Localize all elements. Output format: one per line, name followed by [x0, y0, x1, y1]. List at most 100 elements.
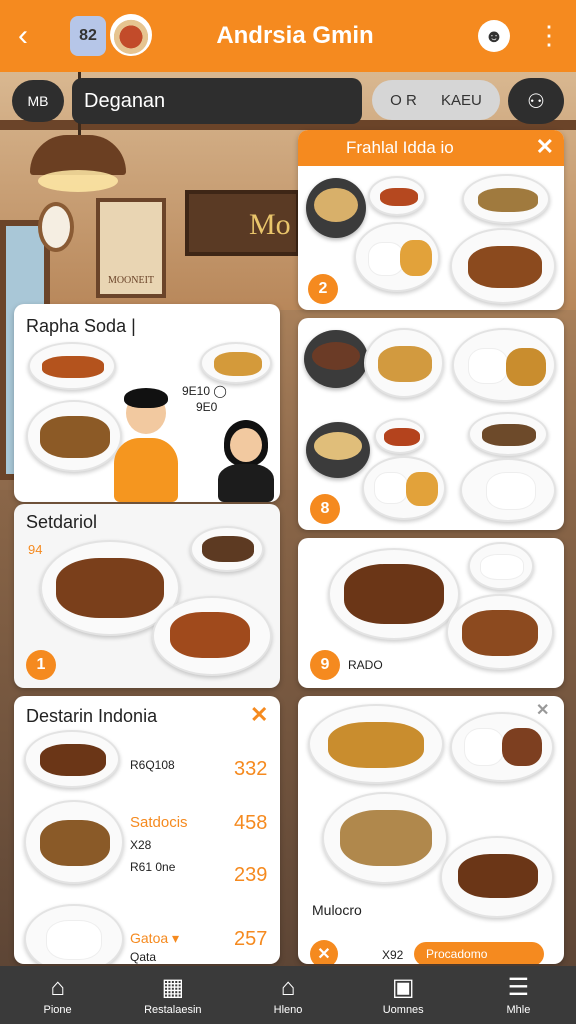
- bowl-dish: [306, 178, 366, 238]
- nav-item-calendar[interactable]: ▦ Restalaesin: [115, 966, 230, 1024]
- segment-option-b[interactable]: KAEU: [441, 92, 482, 109]
- mode-badge[interactable]: MB: [12, 80, 64, 122]
- procadomo-button[interactable]: Procadomo: [414, 942, 544, 964]
- dish: [24, 730, 120, 788]
- dish: [462, 174, 550, 224]
- menu-item-price: 257: [234, 928, 268, 950]
- menu-item-price: 332: [234, 758, 268, 780]
- dish: [364, 328, 444, 398]
- user-button[interactable]: ⚇: [508, 78, 564, 124]
- window-icon: ▣: [391, 973, 415, 1001]
- menu-item-sub: X28: [130, 838, 152, 852]
- item-number-badge: 8: [310, 494, 340, 524]
- dish: [200, 342, 272, 384]
- menu-item-price: 458: [234, 812, 268, 834]
- search-input[interactable]: Deganan: [72, 78, 362, 124]
- segment-option-a[interactable]: O R: [390, 92, 417, 109]
- wall-board: Mo: [185, 190, 300, 256]
- app-header: ‹ 82 Andrsia Gmin ☻ ⋮: [0, 0, 576, 72]
- nav-item-house[interactable]: ⌂ Hleno: [230, 966, 345, 1024]
- close-icon[interactable]: ✕: [536, 700, 549, 720]
- nav-label: Pione: [43, 1003, 72, 1016]
- dish: [354, 222, 440, 292]
- dish: [328, 548, 460, 640]
- setdaniel-card-title: Setdariol: [26, 512, 98, 532]
- close-icon[interactable]: ✕: [536, 134, 554, 160]
- menu-item-sub: R61 0ne: [130, 860, 176, 874]
- search-value: Deganan: [84, 89, 166, 112]
- dish: [460, 458, 556, 522]
- dish: [450, 228, 556, 304]
- dish: [368, 176, 426, 216]
- nav-label: Uomnes: [382, 1003, 424, 1016]
- nav-item-home[interactable]: ⌂ Pione: [0, 966, 115, 1024]
- more-vertical-icon[interactable]: ⋮: [536, 20, 562, 52]
- special-card-header: Frahlal Idda io: [298, 130, 564, 166]
- boy-illustration: [108, 386, 188, 502]
- item-number-badge: ✕: [310, 940, 338, 964]
- nav-label: Mhle: [506, 1003, 531, 1016]
- popular-card[interactable]: Rapha Soda | 9E10 ◯ 9E0: [14, 304, 280, 502]
- house-icon: ⌂: [280, 973, 296, 1001]
- dish: [362, 456, 446, 520]
- wall-sign-text: MOONEIT: [107, 275, 155, 286]
- page-title: Andrsia Gmin: [216, 22, 374, 49]
- wall-sign: MOONEIT: [96, 198, 166, 298]
- popular-note-b: 9E0: [196, 400, 218, 414]
- dish: [452, 328, 556, 402]
- menu-icon: ☰: [507, 973, 530, 1001]
- mixed-card[interactable]: ✕ Mulocro ✕ X92 Procadomo: [298, 696, 564, 964]
- bottom-navigation: ⌂ Pione ▦ Restalaesin ⌂ Hleno ▣ Uomnes ☰…: [0, 966, 576, 1024]
- popular-card-title: Rapha Soda |: [26, 316, 136, 336]
- menu-item-sub: Qata: [130, 950, 157, 964]
- menu-item-name: Satdocis: [130, 814, 188, 831]
- calendar-icon: ▦: [161, 973, 185, 1001]
- nav-label: Restalaesin: [144, 1003, 202, 1016]
- dish: [28, 342, 116, 390]
- nav-label: Hleno: [273, 1003, 303, 1016]
- item-number-badge: 9: [310, 650, 340, 680]
- nav-item-window[interactable]: ▣ Uomnes: [346, 966, 461, 1024]
- indonesia-card-title: Destarin Indonia: [26, 706, 158, 726]
- menu-item-price: 239: [234, 864, 268, 886]
- mixed-number: X92: [382, 948, 404, 962]
- dish: [190, 526, 264, 572]
- set-c-card[interactable]: 9 RADO: [298, 538, 564, 688]
- dish: [446, 594, 554, 670]
- nav-item-menu[interactable]: ☰ Mhle: [461, 966, 576, 1024]
- special-card[interactable]: Frahlal Idda io ✕ 2: [298, 130, 564, 310]
- setdaniel-number: 94: [28, 542, 43, 557]
- user-icon: ⚇: [527, 90, 545, 113]
- dish: [152, 596, 272, 676]
- popular-note-a: 9E10 ◯: [182, 384, 227, 398]
- home-icon: ⌂: [50, 973, 65, 1001]
- app-chip-text: 82: [79, 27, 97, 44]
- dish: [322, 792, 448, 884]
- set-c-label: RADO: [348, 658, 383, 672]
- bowl-dish: [304, 330, 368, 388]
- dish: [450, 712, 554, 782]
- dish: [24, 904, 124, 964]
- wall-board-text: Mo: [249, 208, 291, 241]
- dish: [374, 418, 426, 454]
- avatar[interactable]: [110, 14, 152, 56]
- dish: [440, 836, 554, 918]
- menu-item-name: Gatoa ▾: [130, 930, 180, 946]
- dish: [24, 800, 124, 884]
- special-card-title: Frahlal Idda io: [346, 138, 454, 157]
- segment-toggle[interactable]: O R KAEU: [372, 80, 500, 120]
- dish: [468, 542, 534, 590]
- close-icon[interactable]: ✕: [250, 702, 268, 728]
- back-arrow-icon[interactable]: ‹: [18, 21, 46, 51]
- menu-item-name: R6Q108: [130, 758, 175, 772]
- indonesia-card[interactable]: Destarin Indonia ✕ R6Q108 332 Satdocis X…: [14, 696, 280, 964]
- set-b-card[interactable]: 8: [298, 318, 564, 530]
- app-chip[interactable]: 82: [70, 16, 106, 56]
- wall-plate-decoration: [38, 202, 74, 252]
- setdaniel-card[interactable]: Setdariol 94 1: [14, 504, 280, 688]
- bowl-dish: [306, 422, 370, 478]
- item-number-badge: 1: [26, 650, 56, 680]
- profile-icon[interactable]: ☻: [478, 20, 510, 52]
- item-number-badge: 2: [308, 274, 338, 304]
- dish: [468, 412, 548, 456]
